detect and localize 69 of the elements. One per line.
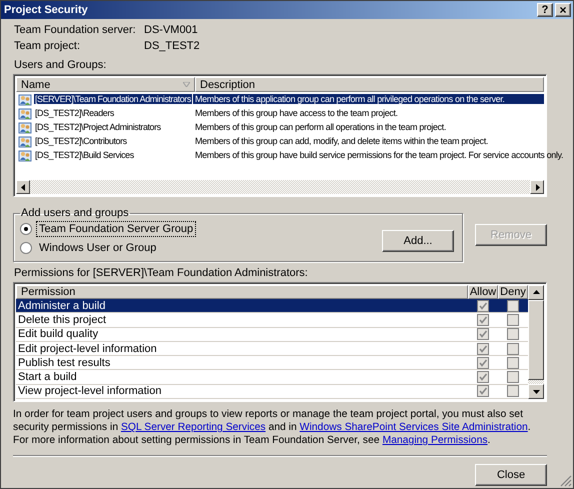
column-header[interactable]: Name <box>16 77 195 92</box>
group-description: Members of this group have build service permissions for the team project. For service accounts only. <box>194 150 564 160</box>
checkbox[interactable] <box>507 356 519 369</box>
group-box-title: Add users and groups <box>20 207 130 219</box>
checkbox[interactable] <box>477 328 489 340</box>
checkbox[interactable] <box>507 314 519 326</box>
group-description: Members of this application group can perform all privileged operations on the server. <box>193 94 544 104</box>
column-label: Name <box>21 78 52 90</box>
permission-name[interactable]: Delete this project <box>16 314 468 326</box>
group-name[interactable]: [DS_TEST2]\Readers <box>34 108 115 118</box>
scroll-down-icon[interactable] <box>532 388 540 395</box>
scroll-left-icon[interactable] <box>20 184 26 190</box>
radio-label[interactable]: Windows User or Group <box>36 240 160 256</box>
checkbox[interactable] <box>477 385 489 398</box>
radio-button[interactable] <box>20 242 32 254</box>
column-header[interactable]: Allow <box>468 285 498 300</box>
radio-button[interactable] <box>20 222 32 234</box>
permission-name[interactable]: View project-level information <box>16 385 468 398</box>
group-icon <box>18 134 32 148</box>
field-label: Team project: <box>14 40 82 52</box>
horizontal-scrollbar[interactable] <box>16 180 544 194</box>
window-title: Project Security <box>4 4 89 16</box>
scroll-right-icon[interactable] <box>534 184 540 190</box>
group-icon <box>18 106 32 120</box>
resize-grip-icon[interactable] <box>560 475 572 487</box>
checkbox[interactable] <box>477 371 489 384</box>
column-header[interactable]: Description <box>195 77 544 92</box>
radio-label[interactable]: Team Foundation Server Group <box>36 220 196 236</box>
checkbox[interactable] <box>477 300 489 312</box>
help-text: In order for team project users and groups to view reports or manage the team project portal, you must also set security permissions in SQL Server Reporting Services and in Windows SharePoint Services Site Administration. For more information about setting permissions in Team Foundation Server, see Managing Permissions. <box>13 408 532 447</box>
column-header[interactable]: Permission <box>16 285 468 300</box>
field-value: DS-VM001 <box>144 24 199 36</box>
help-button[interactable]: ? <box>537 3 553 17</box>
group-description: Members of this group can add, modify, and delete items within the team project. <box>194 136 489 146</box>
help-link[interactable]: Windows SharePoint Services Site Administration <box>300 422 528 433</box>
checkbox[interactable] <box>507 328 519 340</box>
checkbox[interactable] <box>507 342 519 355</box>
permission-name[interactable]: Edit project-level information <box>16 342 468 355</box>
checkbox[interactable] <box>507 300 519 312</box>
close-button[interactable]: × <box>555 3 571 17</box>
scroll-up-icon[interactable] <box>532 289 540 296</box>
group-name[interactable]: [SERVER]\Team Foundation Administrators <box>34 94 192 104</box>
group-name[interactable]: [DS_TEST2]\Contributors <box>34 136 128 146</box>
group-description: Members of this group can perform all operations in the team project. <box>194 122 447 132</box>
permission-name[interactable]: Start a build <box>16 371 468 384</box>
vertical-scrollbar[interactable] <box>528 285 544 399</box>
group-description: Members of this group have access to the team project. <box>194 108 399 118</box>
section-label: Users and Groups: <box>14 59 108 71</box>
checkbox[interactable] <box>477 342 489 355</box>
checkbox[interactable] <box>477 314 489 326</box>
checkbox[interactable] <box>507 385 519 398</box>
field-label: Team Foundation server: <box>14 24 137 36</box>
group-icon <box>18 92 32 106</box>
sort-icon <box>183 82 190 87</box>
group-name[interactable]: [DS_TEST2]\Build Services <box>34 150 135 160</box>
group-name[interactable]: [DS_TEST2]\Project Administrators <box>34 122 162 132</box>
permission-name[interactable]: Publish test results <box>16 356 468 369</box>
add-button[interactable]: Add... <box>382 230 454 252</box>
close-button[interactable]: Close <box>475 464 547 486</box>
column-header[interactable]: Deny <box>498 285 528 300</box>
section-label: Permissions for [SERVER]\Team Foundation Administrators: <box>14 267 309 279</box>
checkbox[interactable] <box>507 371 519 384</box>
group-icon <box>18 148 32 162</box>
group-icon <box>18 120 32 134</box>
help-link[interactable]: SQL Server Reporting Services <box>120 422 266 433</box>
permission-name[interactable]: Edit build quality <box>16 328 468 340</box>
checkbox[interactable] <box>477 356 489 369</box>
field-value: DS_TEST2 <box>144 40 201 52</box>
help-link[interactable]: Managing Permissions <box>382 435 488 446</box>
